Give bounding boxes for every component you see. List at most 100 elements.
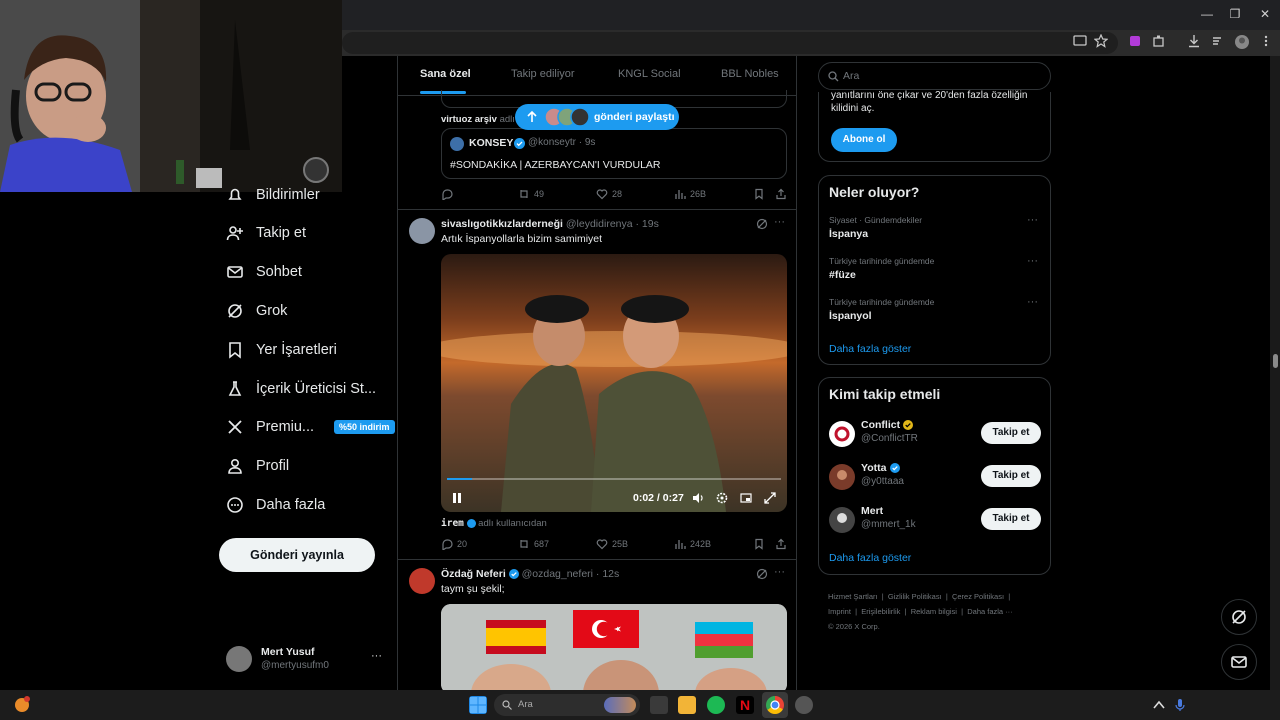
microphone-icon[interactable]	[1174, 698, 1186, 712]
reply-button[interactable]: 20	[441, 538, 467, 550]
trend-more-icon[interactable]: ···	[1027, 214, 1038, 226]
like-button[interactable]: 28	[596, 188, 622, 200]
tab-kngl-social[interactable]: KNGL Social	[618, 68, 681, 80]
credit-user[interactable]: irem	[441, 518, 464, 529]
share-button[interactable]	[775, 538, 787, 550]
bookmark-button[interactable]	[753, 188, 765, 200]
tray-icon[interactable]	[1152, 698, 1166, 712]
share-button[interactable]	[775, 188, 787, 200]
repost-author[interactable]: virtuoz arşiv	[441, 114, 497, 125]
footer-link[interactable]: Çerez Politikası	[952, 592, 1004, 601]
account-more-icon[interactable]: ···	[371, 650, 382, 662]
netflix-icon[interactable]: N	[736, 696, 754, 714]
views-button[interactable]: 26B	[674, 188, 706, 200]
nav-creator-studio[interactable]: İçerik Üreticisi St...	[226, 374, 376, 404]
chrome-icon[interactable]	[766, 696, 784, 714]
follow-button[interactable]: Takip et	[981, 465, 1041, 487]
follow-button[interactable]: Takip et	[981, 422, 1041, 444]
trend-item[interactable]: Siyaset · Gündemdekiler İspanya ···	[819, 212, 1052, 252]
footer-link[interactable]: Hizmet Şartları	[828, 592, 878, 601]
grok-analyze-icon[interactable]	[756, 218, 768, 233]
close-icon[interactable]: ✕	[1256, 6, 1274, 22]
grok-analyze-icon[interactable]	[756, 568, 768, 583]
taskbar-search[interactable]: Ara	[494, 694, 640, 716]
video-player[interactable]: 0:02 / 0:27	[441, 254, 787, 512]
repost-button[interactable]: 687	[518, 538, 549, 550]
video-time: 0:02 / 0:27	[633, 492, 684, 504]
account-switcher[interactable]: Mert Yusuf @mertyusufm0 ···	[226, 642, 386, 676]
post3-author[interactable]: Özdağ Neferi	[441, 568, 506, 580]
nav-grok[interactable]: Grok	[226, 296, 287, 326]
windows-start-icon[interactable]	[469, 696, 487, 714]
suggestion-avatar	[829, 421, 855, 447]
minimize-icon[interactable]: —	[1198, 6, 1216, 22]
cast-icon[interactable]	[1071, 34, 1089, 52]
timeline: Sana özel Takip ediliyor KNGL Social BBL…	[397, 56, 797, 690]
quoted-post[interactable]: KONSEY @konseytr · 9s #SONDAKİKA | AZERB…	[441, 128, 787, 179]
download-icon[interactable]	[1185, 34, 1203, 52]
footer-link[interactable]: Reklam bilgisi	[911, 607, 957, 616]
nav-profile[interactable]: Profil	[226, 451, 289, 481]
puzzle-extensions-icon[interactable]	[1150, 34, 1168, 52]
post3-avatar[interactable]	[409, 568, 435, 594]
weather-icon[interactable]	[12, 694, 32, 714]
repost-button[interactable]: 49	[518, 188, 544, 200]
trend-more-icon[interactable]: ···	[1027, 296, 1038, 308]
post2-author[interactable]: sivaslıgotikkızlarderneği	[441, 218, 563, 230]
maximize-icon[interactable]: ❐	[1226, 6, 1244, 22]
nav-more[interactable]: Daha fazla	[226, 490, 325, 520]
search-box[interactable]: Ara	[818, 62, 1051, 90]
post-more-icon[interactable]: ···	[774, 566, 785, 578]
nav-bookmarks[interactable]: Yer İşaretleri	[226, 335, 337, 365]
post3-image[interactable]	[441, 604, 787, 690]
messages-fab[interactable]	[1221, 644, 1257, 680]
post2-avatar[interactable]	[409, 218, 435, 244]
follow-suggestion[interactable]: Yotta @y0ttaaa Takip et	[819, 459, 1052, 497]
taskbar-app-icon[interactable]	[795, 696, 813, 714]
nav-chat[interactable]: Sohbet	[226, 257, 302, 287]
bookmark-button[interactable]	[753, 538, 765, 550]
profile-avatar-icon[interactable]	[1233, 34, 1251, 52]
page-scrollbar[interactable]	[1270, 56, 1280, 690]
views-button[interactable]: 242B	[674, 538, 711, 550]
footer-link[interactable]: Imprint	[828, 607, 851, 616]
extension-icon[interactable]	[1126, 34, 1144, 52]
tab-bbl-nobles[interactable]: BBL Nobles	[721, 68, 779, 80]
trend-more-icon[interactable]: ···	[1027, 255, 1038, 267]
fullscreen-icon[interactable]	[764, 492, 776, 507]
media-control-icon[interactable]	[1209, 34, 1227, 52]
spotify-icon[interactable]	[707, 696, 725, 714]
post-more-icon[interactable]: ···	[774, 216, 785, 228]
trends-show-more[interactable]: Daha fazla göster	[829, 343, 911, 355]
footer-link[interactable]: Daha fazla ···	[967, 607, 1012, 616]
new-posts-pill[interactable]: gönderi paylaştı	[515, 104, 679, 130]
picture-in-picture-icon[interactable]	[740, 492, 752, 507]
who-show-more[interactable]: Daha fazla göster	[829, 552, 911, 564]
reply-button[interactable]	[441, 188, 457, 200]
nav-notifications[interactable]: Bildirimler	[226, 180, 320, 210]
settings-gear-icon[interactable]	[716, 492, 728, 507]
follow-suggestion[interactable]: Mert @mmert_1k Takip et	[819, 502, 1052, 540]
browser-menu-icon[interactable]	[1257, 34, 1275, 52]
file-explorer-icon[interactable]	[678, 696, 696, 714]
tab-following[interactable]: Takip ediliyor	[511, 68, 575, 80]
tab-for-you[interactable]: Sana özel	[420, 68, 471, 80]
post-button[interactable]: Gönderi yayınla	[219, 538, 375, 572]
scrollbar-thumb[interactable]	[1273, 354, 1278, 368]
footer-link[interactable]: Gizlilik Politikası	[888, 592, 942, 601]
pause-icon[interactable]	[451, 492, 463, 507]
like-button[interactable]: 25B	[596, 538, 628, 550]
volume-icon[interactable]	[692, 492, 704, 507]
trend-item[interactable]: Türkiye tarihinde gündemde #füze ···	[819, 253, 1052, 293]
trend-item[interactable]: Türkiye tarihinde gündemde İspanyol ···	[819, 294, 1052, 334]
address-bar[interactable]	[342, 32, 1118, 54]
task-view-icon[interactable]	[650, 696, 668, 714]
nav-premium[interactable]: Premiu... %50 indirim	[226, 412, 395, 442]
grok-fab[interactable]	[1221, 599, 1257, 635]
footer-link[interactable]: Erişilebilirlik	[861, 607, 900, 616]
bookmark-star-icon[interactable]	[1092, 33, 1110, 52]
subscribe-button[interactable]: Abone ol	[831, 128, 897, 152]
follow-button[interactable]: Takip et	[981, 508, 1041, 530]
nav-follow[interactable]: Takip et	[226, 218, 306, 248]
follow-suggestion[interactable]: Conflict @ConflictTR Takip et	[819, 416, 1052, 454]
